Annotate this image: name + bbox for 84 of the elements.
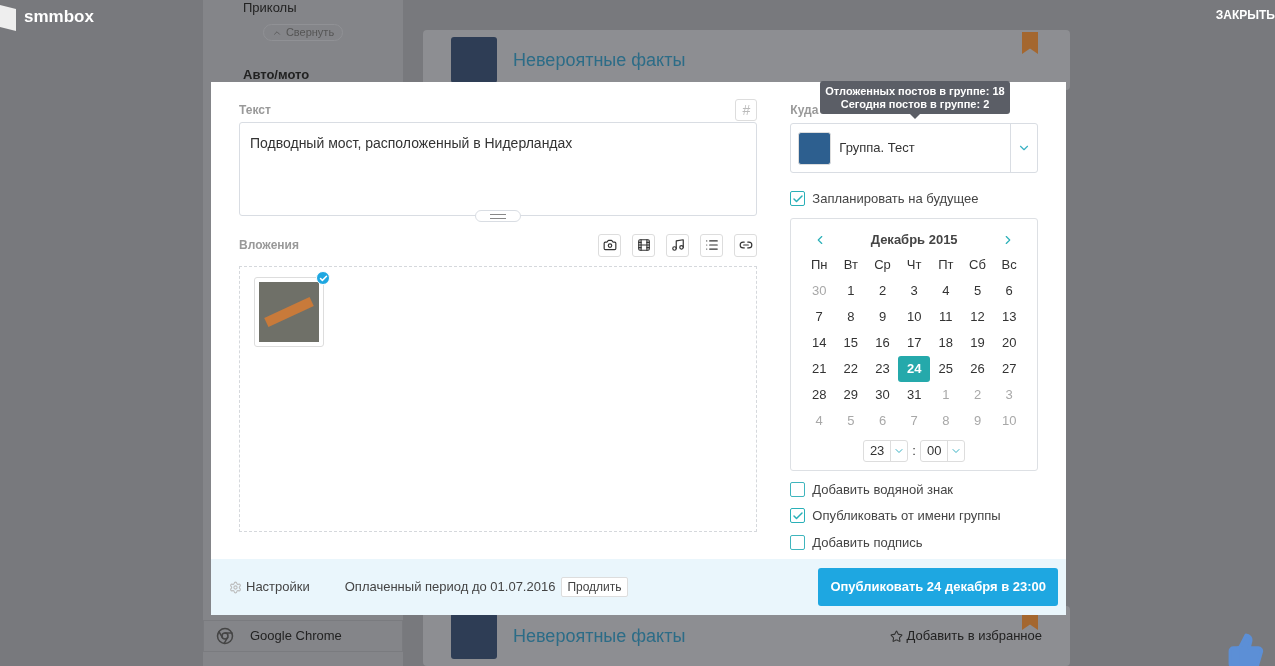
sidebar-item[interactable]: Авто/мото xyxy=(203,65,403,85)
link-icon[interactable] xyxy=(734,233,758,257)
hour-select[interactable]: 23 xyxy=(862,439,909,462)
checkbox[interactable] xyxy=(790,481,806,497)
star-icon xyxy=(889,629,903,643)
list-icon[interactable] xyxy=(700,233,724,257)
checkbox-label: Опубликовать от имени группы xyxy=(812,507,1001,525)
weekday-label: Пн xyxy=(809,255,829,274)
thumbs-up-icon[interactable] xyxy=(1227,632,1265,666)
month-title: Декабрь 2015 xyxy=(870,230,958,249)
weekday-label: Сб xyxy=(968,255,987,274)
calendar-day[interactable]: 30 xyxy=(866,381,899,408)
calendar-day[interactable]: 1 xyxy=(835,277,867,304)
weekday-label: Ср xyxy=(873,255,892,274)
calendar-day[interactable]: 25 xyxy=(930,355,962,382)
calendar-day[interactable]: 2 xyxy=(866,277,899,304)
checkbox-label: Добавить водяной знак xyxy=(812,480,954,499)
browser-row[interactable]: Google Chrome xyxy=(203,620,403,652)
browser-icon xyxy=(216,627,234,645)
calendar-day[interactable]: 11 xyxy=(930,303,962,330)
browser-label: Google Chrome xyxy=(250,627,342,646)
calendar-day[interactable]: 8 xyxy=(835,303,867,330)
film-icon[interactable] xyxy=(632,233,656,257)
calendar-day[interactable]: 13 xyxy=(993,303,1025,330)
attachment-thumbnail[interactable] xyxy=(254,277,324,347)
group-select[interactable]: Группа. Тест xyxy=(790,123,1038,173)
calendar-day[interactable]: 21 xyxy=(803,355,835,382)
calendar-day[interactable]: 7 xyxy=(803,303,835,330)
avatar-placeholder xyxy=(451,37,497,83)
paid-period-text: Оплаченный период до 01.07.2016 xyxy=(344,578,556,597)
favorite-link[interactable]: Добавить в избранное xyxy=(906,626,1042,646)
section-label: Текст xyxy=(239,102,271,119)
calendar-day[interactable]: 22 xyxy=(835,355,867,382)
weekday-label: Чт xyxy=(905,255,923,274)
calendar-day[interactable]: 5 xyxy=(961,277,994,304)
calendar-day[interactable]: 12 xyxy=(961,303,994,330)
calendar-day[interactable]: 20 xyxy=(993,329,1025,356)
calendar-day[interactable]: 19 xyxy=(961,329,994,356)
section-label: Вложения xyxy=(239,237,299,254)
logo-text: smmbox xyxy=(24,6,94,29)
gear-icon xyxy=(229,580,242,594)
sidebar-item[interactable]: Приколы xyxy=(203,0,403,16)
music-note-icon[interactable] xyxy=(666,233,690,257)
checkbox-label: Запланировать на будущее xyxy=(812,190,979,208)
post-title: Невероятные факты xyxy=(513,624,686,648)
tooltip-text: Сегодня постов в группе: 2 xyxy=(840,97,990,111)
avatar-placeholder xyxy=(451,613,497,659)
calendar-day[interactable]: 4 xyxy=(930,277,962,304)
checkbox[interactable] xyxy=(790,534,806,550)
post-title: Невероятные факты xyxy=(513,48,686,72)
calendar-day[interactable]: 9 xyxy=(866,303,899,330)
extend-button[interactable]: Продлить xyxy=(561,577,628,597)
calendar-day[interactable]: 18 xyxy=(930,329,962,356)
calendar-day[interactable]: 27 xyxy=(993,355,1025,382)
calendar-day[interactable]: 3 xyxy=(898,277,930,304)
calendar-day[interactable]: 23 xyxy=(866,355,899,382)
checkbox-label: Добавить подпись xyxy=(812,533,923,552)
resize-handle[interactable] xyxy=(475,210,522,222)
photo-placeholder xyxy=(259,282,319,342)
text-area[interactable]: Подводный мост, расположенный в Нидерландах xyxy=(239,122,758,216)
bookmark-icon xyxy=(1022,32,1038,54)
time-separator: : xyxy=(912,441,916,460)
calendar-day[interactable]: 31 xyxy=(898,381,930,408)
calendar-day[interactable]: 26 xyxy=(961,355,994,382)
checkbox[interactable] xyxy=(790,191,806,207)
calendar-day[interactable]: 6 xyxy=(993,277,1025,304)
calendar-day[interactable]: 10 xyxy=(898,303,930,330)
calendar-day[interactable]: 28 xyxy=(803,381,835,408)
close-button[interactable]: ЗАКРЫТЬ xyxy=(1215,6,1275,24)
calendar-day[interactable]: 15 xyxy=(835,329,867,356)
calendar-day[interactable]: 16 xyxy=(866,329,899,356)
calendar-day[interactable]: 17 xyxy=(898,329,930,356)
calendar-day[interactable]: 29 xyxy=(835,381,867,408)
settings-link[interactable]: Настройки xyxy=(246,577,310,597)
tooltip-text: Отложенных постов в группе: 18 xyxy=(825,84,1005,98)
minute-select[interactable]: 00 xyxy=(919,439,966,462)
weekday-label: Вс xyxy=(1000,255,1018,274)
check-badge-icon xyxy=(316,271,330,285)
weekday-label: Пт xyxy=(937,255,955,274)
section-label: Куда xyxy=(790,102,819,119)
weekday-label: Вт xyxy=(842,255,859,274)
calendar-day[interactable]: 14 xyxy=(803,329,835,356)
checkbox[interactable] xyxy=(790,508,806,524)
camera-icon[interactable] xyxy=(598,233,622,257)
